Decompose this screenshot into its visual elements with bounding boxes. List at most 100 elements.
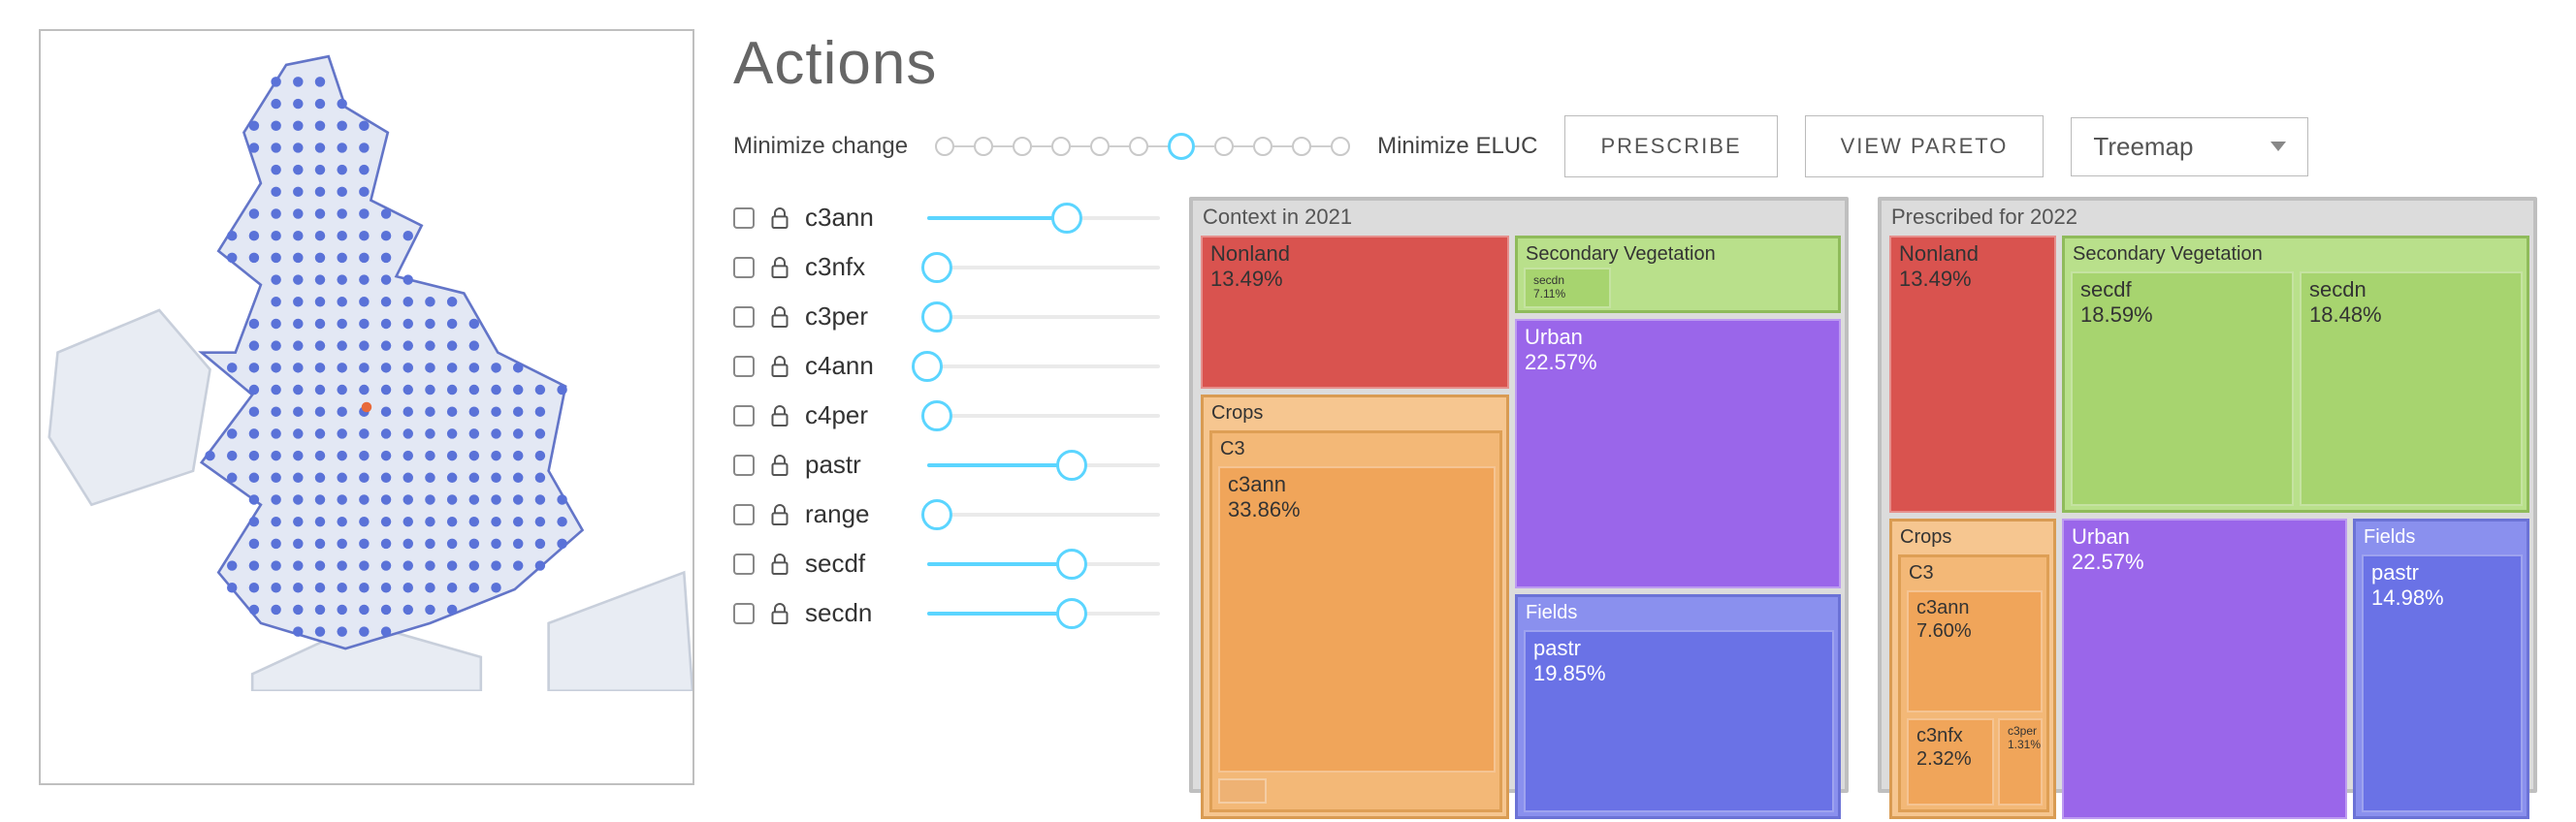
slider-row-c3nfx: c3nfx [733,252,1160,282]
slider-c4ann[interactable] [927,353,1160,380]
cell-c3ann[interactable]: c3ann33.86% [1218,466,1496,773]
lock-icon[interactable] [770,206,789,230]
actions-toprow: Minimize change Minimize ELUC PRESCRIBE … [733,115,2537,177]
tradeoff-step[interactable] [935,137,954,156]
tradeoff-step[interactable] [1168,133,1195,160]
minimize-eluc-label: Minimize ELUC [1377,133,1537,160]
cell2-fields-group: Fields pastr14.98% [2353,519,2529,819]
tradeoff-step[interactable] [974,137,993,156]
cell2-c3nfx[interactable]: c3nfx2.32% [1907,718,1994,806]
tradeoff-step[interactable] [1090,137,1110,156]
slider-label: c3ann [805,203,912,233]
prescribe-button[interactable]: PRESCRIBE [1564,115,1777,177]
cell2-c3per[interactable]: c3per1.31% [1998,718,2043,806]
slider-row-c4per: c4per [733,400,1160,430]
lock-icon[interactable] [770,553,789,576]
slider-row-c3ann: c3ann [733,203,1160,233]
slider-label: c4ann [805,351,912,381]
slider-checkbox[interactable] [733,405,755,427]
slider-row-c3per: c3per [733,301,1160,332]
map-ireland [49,310,210,505]
slider-label: range [805,499,912,529]
cell-secdn[interactable]: secdn7.11% [1524,268,1611,308]
view-mode-select[interactable]: Treemap [2071,117,2308,176]
treemap-prescribed[interactable]: Prescribed for 2022 Nonland13.49% Second… [1878,197,2537,793]
tradeoff-step[interactable] [1331,137,1350,156]
slider-checkbox[interactable] [733,455,755,476]
slider-row-pastr: pastr [733,450,1160,480]
actions-panel: Actions Minimize change Minimize ELUC PR… [733,29,2537,793]
actions-body: c3ann c3nfx c3per c4ann c4per pastr range secdf… [733,197,2537,793]
tradeoff-step[interactable] [1292,137,1311,156]
cell-fields-group: Fields pastr19.85% [1515,594,1841,819]
chevron-down-icon [2270,142,2286,151]
treemap-context[interactable]: Context in 2021 Nonland13.49% Secondary … [1189,197,1849,793]
slider-checkbox[interactable] [733,207,755,229]
cell-crops-group: Crops C3 c3ann33.86% [1201,395,1509,819]
cell2-urban[interactable]: Urban22.57% [2062,519,2347,819]
map-uk-outline [202,56,583,648]
cell2-secveg-group: Secondary Vegetation secdf18.59% secdn18… [2062,236,2529,513]
cell2-c3ann[interactable]: c3ann7.60% [1907,590,2043,712]
lock-icon[interactable] [770,503,789,526]
cell2-crops-group: Crops C3 c3ann7.60% c3nfx2.32% c3per1.31… [1889,519,2056,819]
treemap-prescribed-title: Prescribed for 2022 [1891,205,2077,230]
slider-row-secdf: secdf [733,549,1160,579]
slider-checkbox[interactable] [733,306,755,328]
slider-c3per[interactable] [927,303,1160,331]
cell-c3-group: C3 c3ann33.86% [1209,430,1502,812]
uk-map [41,31,692,691]
slider-label: pastr [805,450,912,480]
slider-label: secdf [805,549,912,579]
cell2-secdf[interactable]: secdf18.59% [2071,271,2294,506]
slider-row-range: range [733,499,1160,529]
cell-nonland[interactable]: Nonland13.49% [1201,236,1509,389]
tradeoff-step[interactable] [1214,137,1234,156]
slider-row-c4ann: c4ann [733,351,1160,381]
view-mode-value: Treemap [2093,132,2193,162]
cell-urban[interactable]: Urban22.57% [1515,319,1841,588]
cell2-c3-group: C3 c3ann7.60% c3nfx2.32% c3per1.31% [1898,554,2049,812]
lock-icon[interactable] [770,404,789,427]
page-root: Actions Minimize change Minimize ELUC PR… [0,0,2576,822]
slider-secdn[interactable] [927,600,1160,627]
tradeoff-slider[interactable] [935,133,1350,160]
slider-range[interactable] [927,501,1160,528]
minimize-change-label: Minimize change [733,133,908,160]
slider-label: c4per [805,400,912,430]
cell-c3-misc [1218,778,1267,804]
slider-label: c3per [805,301,912,332]
lock-icon[interactable] [770,602,789,625]
slider-secdf[interactable] [927,551,1160,578]
cell2-nonland[interactable]: Nonland13.49% [1889,236,2056,513]
slider-checkbox[interactable] [733,603,755,624]
lock-icon[interactable] [770,256,789,279]
slider-row-secdn: secdn [733,598,1160,628]
slider-c4per[interactable] [927,402,1160,429]
cell-pastr[interactable]: pastr19.85% [1524,630,1834,812]
lock-icon[interactable] [770,355,789,378]
slider-label: c3nfx [805,252,912,282]
cell2-pastr[interactable]: pastr14.98% [2362,554,2523,812]
slider-c3nfx[interactable] [927,254,1160,281]
tradeoff-step[interactable] [1051,137,1071,156]
tradeoff-step[interactable] [1013,137,1032,156]
slider-label: secdn [805,598,912,628]
tradeoff-step[interactable] [1129,137,1148,156]
slider-pastr[interactable] [927,452,1160,479]
map-panel[interactable] [39,29,694,785]
slider-checkbox[interactable] [733,356,755,377]
lock-icon[interactable] [770,305,789,329]
landuse-sliders: c3ann c3nfx c3per c4ann c4per pastr range secdf… [733,197,1160,793]
cell-secveg-group: Secondary Vegetation secdn7.11% [1515,236,1841,313]
treemap-context-title: Context in 2021 [1203,205,1352,230]
slider-checkbox[interactable] [733,257,755,278]
lock-icon[interactable] [770,454,789,477]
slider-checkbox[interactable] [733,504,755,525]
map-continent [549,573,692,691]
slider-c3ann[interactable] [927,205,1160,232]
view-pareto-button[interactable]: VIEW PARETO [1805,115,2045,177]
cell2-secdn[interactable]: secdn18.48% [2300,271,2523,506]
tradeoff-step[interactable] [1253,137,1272,156]
slider-checkbox[interactable] [733,553,755,575]
